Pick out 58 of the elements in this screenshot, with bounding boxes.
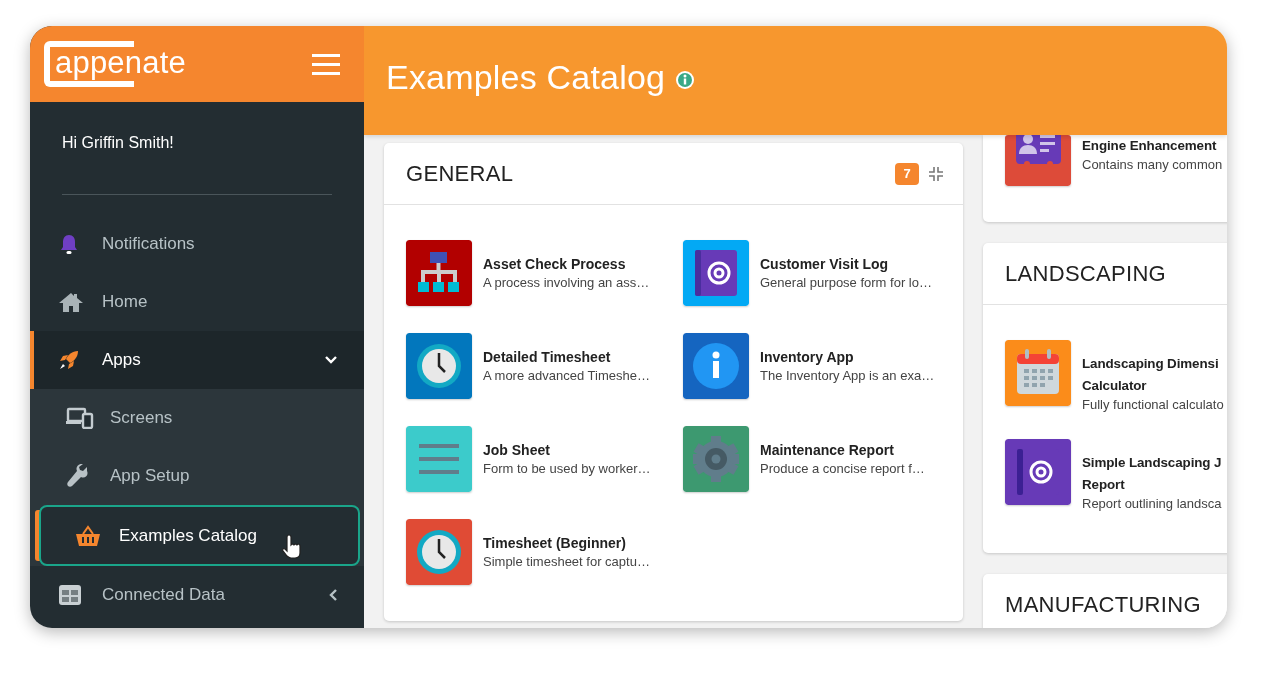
category-title: MANUFACTURING xyxy=(1005,591,1202,618)
sidebar-item[interactable]: App Setup xyxy=(30,447,364,505)
app-name[interactable]: Inventory App xyxy=(760,346,935,368)
devices-icon xyxy=(66,407,94,429)
greeting: Hi Griffin Smith! xyxy=(61,133,175,153)
category-title: GENERAL xyxy=(406,160,515,187)
collapse-button[interactable] xyxy=(929,166,943,181)
menu-icon xyxy=(312,53,340,75)
app-description: Produce a concise report f… xyxy=(760,461,925,476)
app-name[interactable]: Landscaping Dimensi Calculator xyxy=(1082,353,1224,397)
app-description: Simple timesheet for captu… xyxy=(483,554,650,569)
address-book-icon xyxy=(683,240,749,306)
app-name[interactable]: Detailed Timesheet xyxy=(483,346,650,368)
table-icon xyxy=(58,584,82,606)
home-icon xyxy=(58,291,84,313)
app-name[interactable]: Maintenance Report xyxy=(760,439,925,461)
rocket-icon xyxy=(58,349,80,371)
sidebar-item[interactable]: Apps xyxy=(30,331,364,389)
app-description: Contains many common xyxy=(1082,157,1223,172)
app-description: The Inventory App is an exa… xyxy=(760,368,935,383)
app-name[interactable]: Engine Enhancement xyxy=(1082,135,1223,157)
app-description: A process involving an ass… xyxy=(483,275,650,290)
chevron-down-icon xyxy=(324,355,338,365)
sidebar-item[interactable]: Screens xyxy=(30,389,364,447)
collapse-icon xyxy=(929,166,943,181)
clock-icon xyxy=(406,333,472,399)
count-badge: 7 xyxy=(895,162,919,185)
logo-text: appenate xyxy=(44,41,186,87)
app-name[interactable]: Timesheet (Beginner) xyxy=(483,532,650,554)
gear-icon xyxy=(683,426,749,492)
info-icon xyxy=(683,333,749,399)
sidebar-item[interactable]: Notifications xyxy=(30,215,364,273)
clock-icon xyxy=(406,519,472,585)
app-name[interactable]: Asset Check Process xyxy=(483,253,650,275)
app-description: Form to be used by worker… xyxy=(483,461,651,476)
app-name[interactable]: Job Sheet xyxy=(483,439,651,461)
wrench-icon xyxy=(66,464,90,488)
app-name[interactable]: Customer Visit Log xyxy=(760,253,932,275)
menu-button[interactable] xyxy=(312,53,340,75)
page-title: Examples Catalog xyxy=(386,58,666,97)
org-chart-icon xyxy=(406,240,472,306)
app-description: Report outlining landsca xyxy=(1082,496,1222,511)
app-description: A more advanced Timeshe… xyxy=(483,368,650,383)
calendar-icon xyxy=(1005,340,1071,406)
id-card-icon xyxy=(1005,135,1071,186)
sidebar-item[interactable]: Home xyxy=(30,273,364,331)
app-description: General purpose form for lo… xyxy=(760,275,932,290)
lines-icon xyxy=(406,426,472,492)
category-title: LANDSCAPING xyxy=(1005,260,1167,287)
sidebar-item[interactable]: Connected Data xyxy=(30,566,364,624)
app-description: Fully functional calculato xyxy=(1082,397,1224,412)
bell-icon xyxy=(58,233,80,255)
basket-icon xyxy=(75,524,101,547)
app-name[interactable]: Simple Landscaping J Report xyxy=(1082,452,1222,496)
address-book-icon xyxy=(1005,439,1071,505)
hand-cursor-icon xyxy=(282,533,304,559)
info-icon xyxy=(675,69,696,90)
chevron-left-icon xyxy=(328,588,338,602)
